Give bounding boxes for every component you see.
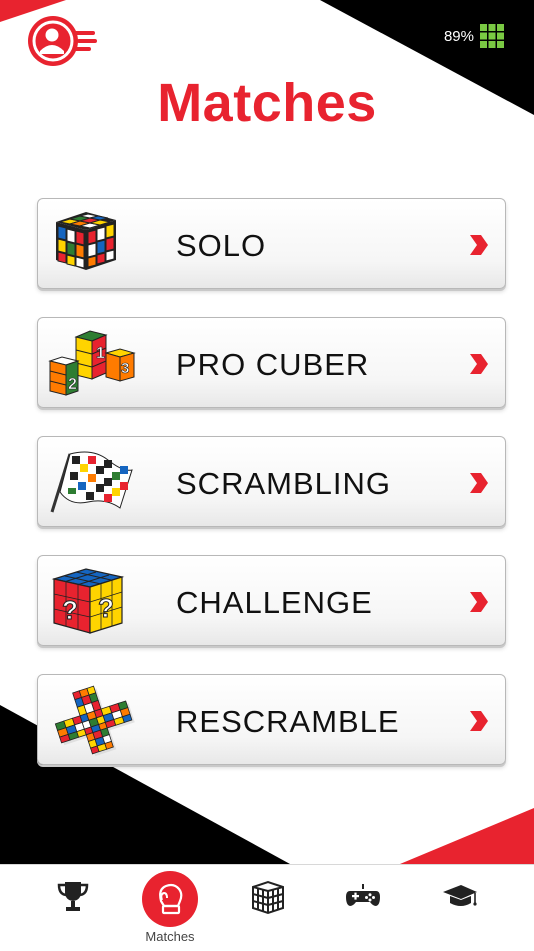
- chevron-right-icon: [470, 473, 488, 493]
- menu-item-label: SCRAMBLING: [176, 466, 391, 501]
- battery-grid-icon: [480, 24, 504, 48]
- tab-trophies[interactable]: [38, 865, 108, 951]
- trophy-icon: [57, 882, 89, 911]
- boxing-glove-icon: [159, 883, 183, 915]
- profile-button[interactable]: [26, 15, 100, 67]
- svg-text:3: 3: [121, 360, 129, 377]
- bottom-red-band: [400, 808, 534, 864]
- chevron-right-icon: [470, 592, 488, 612]
- gamepad-icon: [346, 884, 380, 906]
- menu-item-pro-cuber[interactable]: 1 3 2 PRO CUBER: [37, 317, 506, 408]
- tab-matches[interactable]: Matches: [135, 865, 205, 951]
- battery-status: 89%: [444, 24, 504, 48]
- svg-text:?: ?: [62, 595, 78, 625]
- menu-item-rescramble[interactable]: RESCRAMBLE: [37, 674, 506, 765]
- menu-item-label: CHALLENGE: [176, 585, 373, 620]
- menu-item-challenge[interactable]: ? ? CHALLENGE: [37, 555, 506, 646]
- menu-item-solo[interactable]: SOLO: [37, 198, 506, 289]
- tab-label: Matches: [145, 929, 195, 944]
- tab-games[interactable]: [328, 865, 398, 951]
- bottom-tab-bar: Matches: [0, 864, 534, 951]
- menu-item-label: RESCRAMBLE: [176, 704, 400, 739]
- svg-text:1: 1: [96, 345, 105, 362]
- chevron-right-icon: [470, 711, 488, 731]
- tab-cube[interactable]: [233, 865, 303, 951]
- question-cube-icon: ? ?: [51, 568, 125, 634]
- tab-learn[interactable]: [425, 865, 495, 951]
- cube-icon: [252, 880, 284, 915]
- menu-item-label: PRO CUBER: [176, 347, 370, 382]
- menu-item-label: SOLO: [176, 228, 267, 263]
- graduation-cap-icon: [443, 885, 477, 906]
- chevron-right-icon: [470, 235, 488, 255]
- rubiks-cube-icon: [56, 212, 116, 270]
- chevron-right-icon: [470, 354, 488, 374]
- unfolded-cube-icon: [54, 685, 135, 756]
- checkered-flag-icon: [50, 451, 133, 513]
- svg-text:?: ?: [98, 593, 114, 623]
- podium-cubes-icon: 1 3 2: [48, 330, 136, 396]
- menu-item-scrambling[interactable]: SCRAMBLING: [37, 436, 506, 527]
- page-title: Matches: [157, 73, 377, 133]
- user-profile-icon: [28, 16, 97, 66]
- battery-percentage: 89%: [443, 27, 474, 45]
- match-mode-menu: SOLO 1 3 2 PRO CUBER SCRAMBLING ? ? CHAL…: [37, 198, 506, 793]
- svg-text:2: 2: [68, 376, 77, 393]
